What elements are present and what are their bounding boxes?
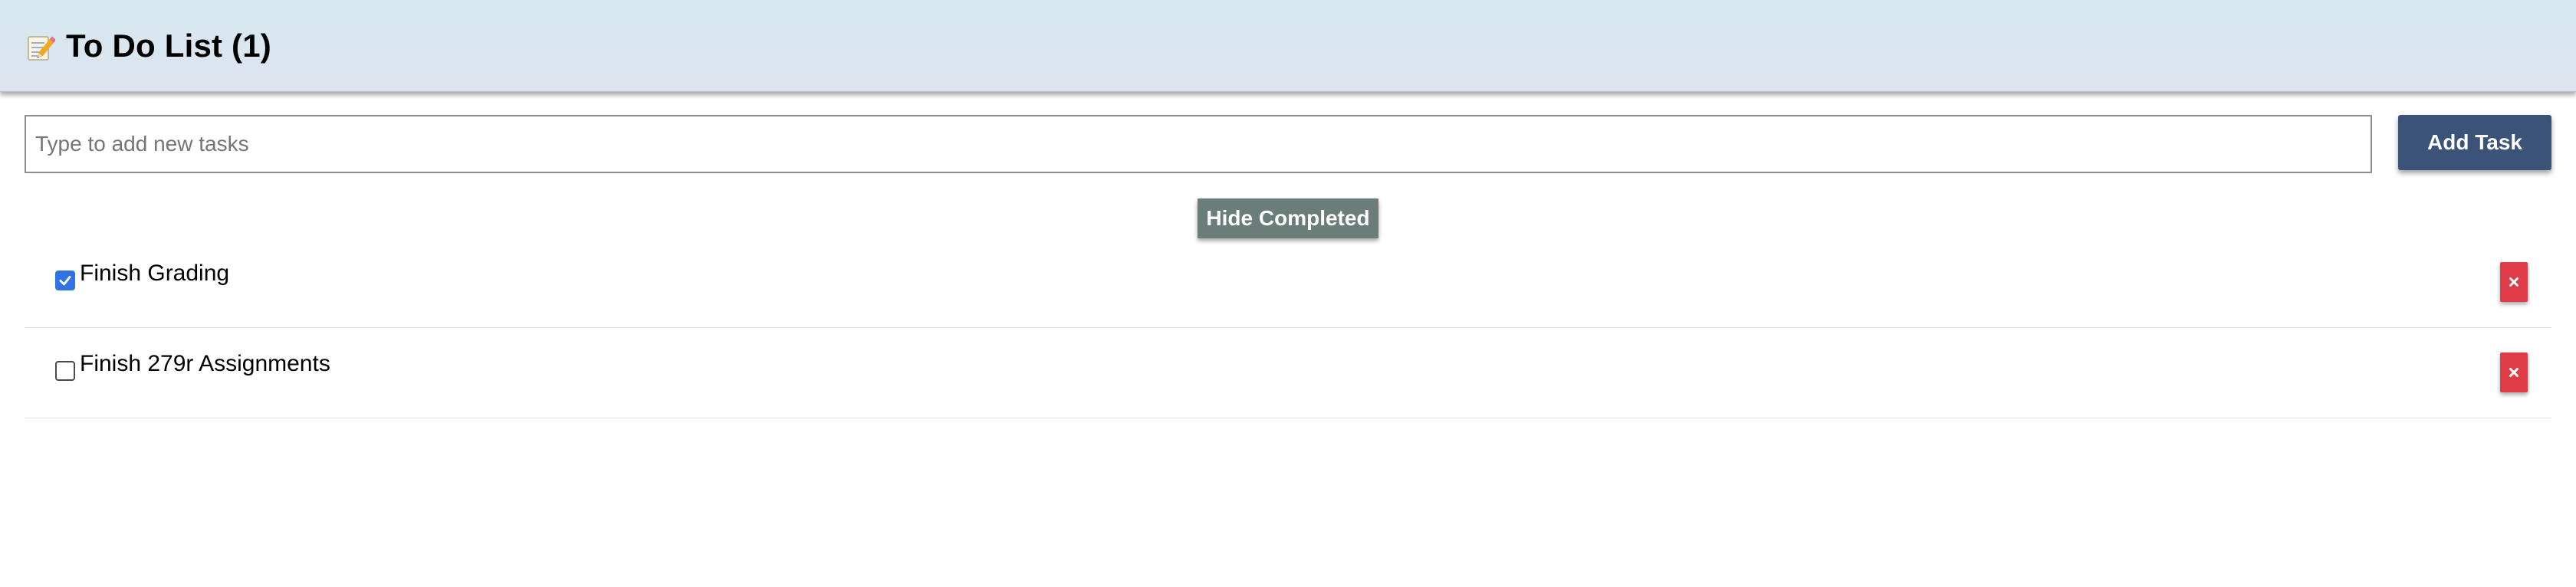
hide-completed-button[interactable]: Hide Completed (1198, 198, 1378, 238)
task-checkbox-checked[interactable] (55, 271, 75, 290)
new-task-input[interactable] (25, 115, 2372, 173)
page-title: To Do List (1) (66, 27, 271, 64)
delete-task-button[interactable] (2500, 262, 2528, 302)
memo-icon (28, 35, 55, 61)
app-header: To Do List (1) (0, 0, 2576, 92)
delete-task-button[interactable] (2500, 353, 2528, 392)
task-item: Finish 279r Assignments (25, 328, 2551, 418)
task-list: Finish Grading Finish 279r Assignments (25, 238, 2551, 418)
task-label: Finish Grading (80, 261, 230, 286)
task-checkbox-unchecked[interactable] (55, 361, 75, 381)
close-icon (2509, 277, 2518, 287)
new-task-form: Add Task (25, 115, 2551, 173)
task-item: Finish Grading (25, 238, 2551, 328)
add-task-button[interactable]: Add Task (2398, 115, 2551, 170)
checkmark-icon (59, 276, 71, 286)
close-icon (2509, 368, 2518, 377)
task-label: Finish 279r Assignments (80, 351, 330, 376)
